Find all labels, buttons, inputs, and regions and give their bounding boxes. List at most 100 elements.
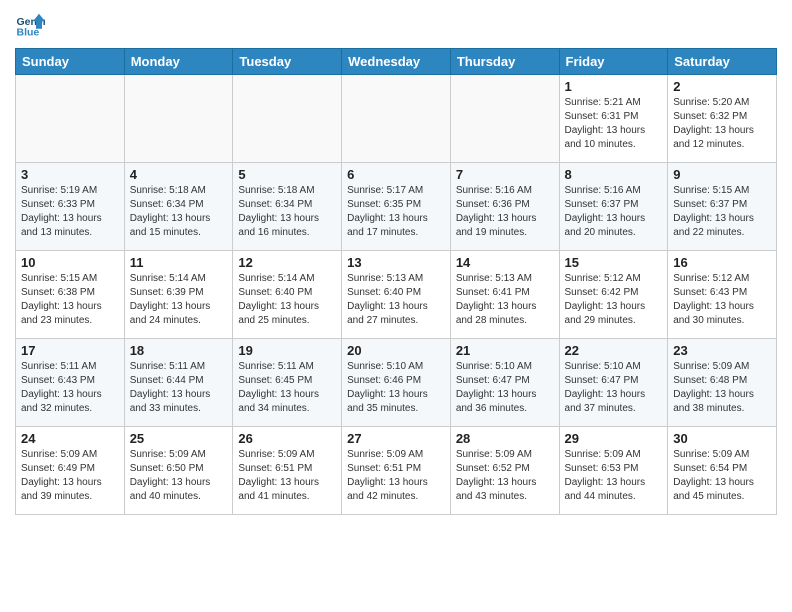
day-info: Sunrise: 5:13 AM Sunset: 6:41 PM Dayligh… [456, 272, 554, 328]
calendar-cell: 27 Sunrise: 5:09 AM Sunset: 6:51 PM Dayli… [342, 427, 451, 515]
day-info: Sunrise: 5:20 AM Sunset: 6:32 PM Dayligh… [673, 96, 771, 152]
day-number: 18 [130, 343, 228, 358]
day-number: 9 [673, 167, 771, 182]
weekday-header-thursday: Thursday [450, 49, 559, 75]
calendar-cell [450, 75, 559, 163]
day-info: Sunrise: 5:09 AM Sunset: 6:49 PM Dayligh… [21, 448, 119, 504]
day-number: 15 [565, 255, 663, 270]
logo: General Blue [15, 10, 49, 40]
day-info: Sunrise: 5:14 AM Sunset: 6:40 PM Dayligh… [238, 272, 336, 328]
calendar-cell: 4 Sunrise: 5:18 AM Sunset: 6:34 PM Daylig… [124, 163, 233, 251]
day-info: Sunrise: 5:09 AM Sunset: 6:48 PM Dayligh… [673, 360, 771, 416]
day-number: 26 [238, 431, 336, 446]
calendar-cell: 15Sunrise: 5:12 AM Sunset: 6:42 PM Dayli… [559, 251, 668, 339]
calendar-cell: 22 Sunrise: 5:10 AM Sunset: 6:47 PM Dayli… [559, 339, 668, 427]
day-number: 20 [347, 343, 445, 358]
day-info: Sunrise: 5:14 AM Sunset: 6:39 PM Dayligh… [130, 272, 228, 328]
day-number: 22 [565, 343, 663, 358]
logo-icon: General Blue [15, 10, 45, 40]
day-info: Sunrise: 5:10 AM Sunset: 6:47 PM Dayligh… [565, 360, 663, 416]
day-number: 4 [130, 167, 228, 182]
day-number: 23 [673, 343, 771, 358]
calendar-table: SundayMondayTuesdayWednesdayThursdayFrid… [15, 48, 777, 515]
day-number: 2 [673, 79, 771, 94]
weekday-header-sunday: Sunday [16, 49, 125, 75]
day-info: Sunrise: 5:15 AM Sunset: 6:37 PM Dayligh… [673, 184, 771, 240]
calendar-cell: 28Sunrise: 5:09 AM Sunset: 6:52 PM Dayli… [450, 427, 559, 515]
calendar-cell: 30Sunrise: 5:09 AM Sunset: 6:54 PM Dayli… [668, 427, 777, 515]
day-info: Sunrise: 5:10 AM Sunset: 6:47 PM Dayligh… [456, 360, 554, 416]
calendar-cell: 11 Sunrise: 5:14 AM Sunset: 6:39 PM Dayli… [124, 251, 233, 339]
weekday-header-saturday: Saturday [668, 49, 777, 75]
calendar-cell [124, 75, 233, 163]
day-number: 1 [565, 79, 663, 94]
weekday-header-friday: Friday [559, 49, 668, 75]
calendar-cell: 5 Sunrise: 5:18 AM Sunset: 6:34 PM Daylig… [233, 163, 342, 251]
calendar-cell: 1Sunrise: 5:21 AM Sunset: 6:31 PM Daylig… [559, 75, 668, 163]
calendar-cell: 19Sunrise: 5:11 AM Sunset: 6:45 PM Dayli… [233, 339, 342, 427]
day-number: 13 [347, 255, 445, 270]
calendar-cell: 29 Sunrise: 5:09 AM Sunset: 6:53 PM Dayli… [559, 427, 668, 515]
calendar-cell: 18 Sunrise: 5:11 AM Sunset: 6:44 PM Dayli… [124, 339, 233, 427]
calendar-header: SundayMondayTuesdayWednesdayThursdayFrid… [16, 49, 777, 75]
calendar-cell: 23 Sunrise: 5:09 AM Sunset: 6:48 PM Dayli… [668, 339, 777, 427]
day-info: Sunrise: 5:10 AM Sunset: 6:46 PM Dayligh… [347, 360, 445, 416]
calendar-cell: 25 Sunrise: 5:09 AM Sunset: 6:50 PM Dayli… [124, 427, 233, 515]
day-info: Sunrise: 5:09 AM Sunset: 6:51 PM Dayligh… [238, 448, 336, 504]
day-number: 3 [21, 167, 119, 182]
calendar-cell: 13 Sunrise: 5:13 AM Sunset: 6:40 PM Dayli… [342, 251, 451, 339]
calendar-cell: 17Sunrise: 5:11 AM Sunset: 6:43 PM Dayli… [16, 339, 125, 427]
day-number: 5 [238, 167, 336, 182]
calendar-cell [233, 75, 342, 163]
day-number: 8 [565, 167, 663, 182]
header-row: SundayMondayTuesdayWednesdayThursdayFrid… [16, 49, 777, 75]
page: General Blue SundayMondayTuesdayWednesda… [0, 0, 792, 612]
day-info: Sunrise: 5:18 AM Sunset: 6:34 PM Dayligh… [238, 184, 336, 240]
day-info: Sunrise: 5:15 AM Sunset: 6:38 PM Dayligh… [21, 272, 119, 328]
day-info: Sunrise: 5:11 AM Sunset: 6:45 PM Dayligh… [238, 360, 336, 416]
day-info: Sunrise: 5:18 AM Sunset: 6:34 PM Dayligh… [130, 184, 228, 240]
day-number: 28 [456, 431, 554, 446]
day-number: 30 [673, 431, 771, 446]
day-info: Sunrise: 5:09 AM Sunset: 6:51 PM Dayligh… [347, 448, 445, 504]
day-number: 10 [21, 255, 119, 270]
calendar-cell: 10 Sunrise: 5:15 AM Sunset: 6:38 PM Dayli… [16, 251, 125, 339]
calendar-cell: 14Sunrise: 5:13 AM Sunset: 6:41 PM Dayli… [450, 251, 559, 339]
day-number: 25 [130, 431, 228, 446]
calendar-cell: 24 Sunrise: 5:09 AM Sunset: 6:49 PM Dayli… [16, 427, 125, 515]
calendar-cell: 21 Sunrise: 5:10 AM Sunset: 6:47 PM Dayli… [450, 339, 559, 427]
day-info: Sunrise: 5:11 AM Sunset: 6:43 PM Dayligh… [21, 360, 119, 416]
day-number: 21 [456, 343, 554, 358]
day-info: Sunrise: 5:17 AM Sunset: 6:35 PM Dayligh… [347, 184, 445, 240]
weekday-header-wednesday: Wednesday [342, 49, 451, 75]
day-number: 27 [347, 431, 445, 446]
day-info: Sunrise: 5:09 AM Sunset: 6:50 PM Dayligh… [130, 448, 228, 504]
week-row-4: 17Sunrise: 5:11 AM Sunset: 6:43 PM Dayli… [16, 339, 777, 427]
calendar-cell [342, 75, 451, 163]
day-number: 7 [456, 167, 554, 182]
day-info: Sunrise: 5:13 AM Sunset: 6:40 PM Dayligh… [347, 272, 445, 328]
day-number: 24 [21, 431, 119, 446]
calendar-cell: 16 Sunrise: 5:12 AM Sunset: 6:43 PM Dayli… [668, 251, 777, 339]
calendar-cell: 7 Sunrise: 5:16 AM Sunset: 6:36 PM Daylig… [450, 163, 559, 251]
day-info: Sunrise: 5:19 AM Sunset: 6:33 PM Dayligh… [21, 184, 119, 240]
week-row-5: 24 Sunrise: 5:09 AM Sunset: 6:49 PM Dayli… [16, 427, 777, 515]
day-number: 12 [238, 255, 336, 270]
day-info: Sunrise: 5:09 AM Sunset: 6:53 PM Dayligh… [565, 448, 663, 504]
day-number: 11 [130, 255, 228, 270]
day-info: Sunrise: 5:12 AM Sunset: 6:43 PM Dayligh… [673, 272, 771, 328]
calendar-cell: 3 Sunrise: 5:19 AM Sunset: 6:33 PM Daylig… [16, 163, 125, 251]
day-number: 16 [673, 255, 771, 270]
svg-text:Blue: Blue [17, 27, 40, 39]
week-row-2: 3 Sunrise: 5:19 AM Sunset: 6:33 PM Daylig… [16, 163, 777, 251]
header: General Blue [15, 10, 777, 40]
day-info: Sunrise: 5:11 AM Sunset: 6:44 PM Dayligh… [130, 360, 228, 416]
calendar-cell: 6Sunrise: 5:17 AM Sunset: 6:35 PM Daylig… [342, 163, 451, 251]
calendar-cell: 9 Sunrise: 5:15 AM Sunset: 6:37 PM Daylig… [668, 163, 777, 251]
day-info: Sunrise: 5:16 AM Sunset: 6:37 PM Dayligh… [565, 184, 663, 240]
day-number: 29 [565, 431, 663, 446]
day-info: Sunrise: 5:16 AM Sunset: 6:36 PM Dayligh… [456, 184, 554, 240]
calendar-cell: 20 Sunrise: 5:10 AM Sunset: 6:46 PM Dayli… [342, 339, 451, 427]
week-row-1: 1Sunrise: 5:21 AM Sunset: 6:31 PM Daylig… [16, 75, 777, 163]
weekday-header-monday: Monday [124, 49, 233, 75]
